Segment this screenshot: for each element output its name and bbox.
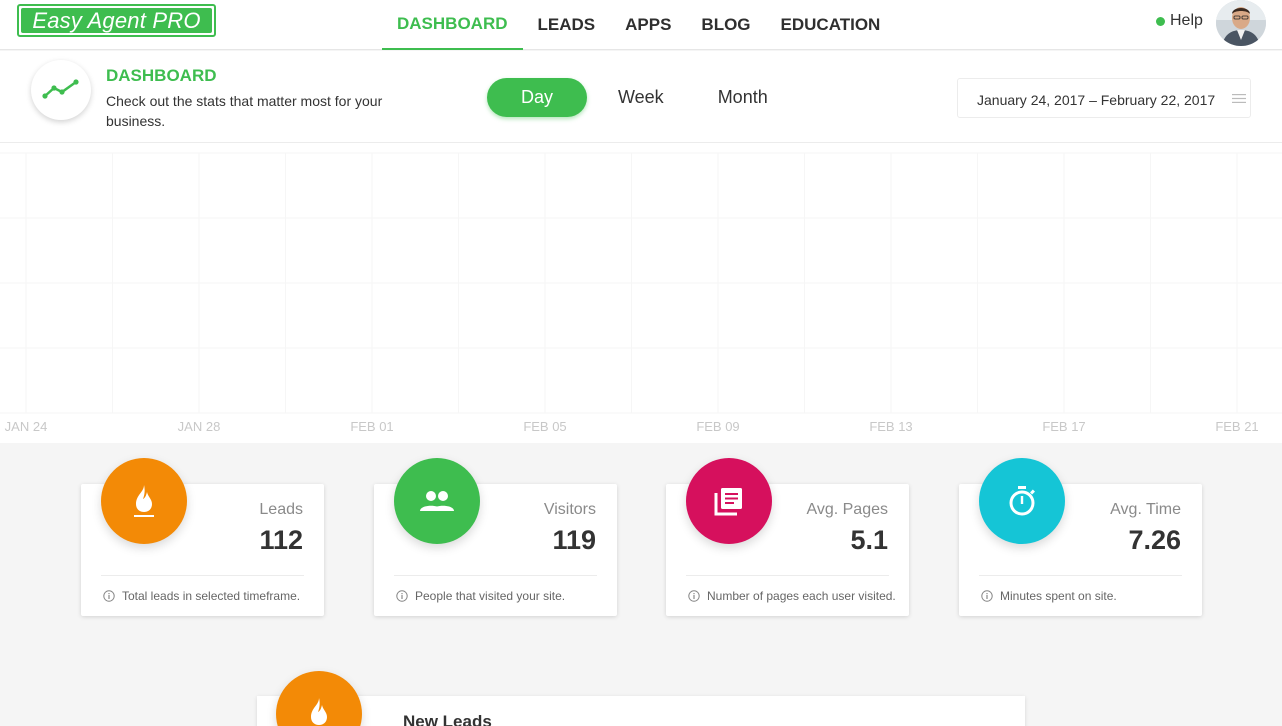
online-status-dot-icon xyxy=(1156,16,1165,26)
user-avatar[interactable] xyxy=(1216,0,1266,46)
info-icon xyxy=(396,590,408,602)
info-icon xyxy=(103,590,115,602)
date-range-text: January 24, 2017 – February 22, 2017 xyxy=(977,92,1216,108)
fire-icon xyxy=(101,458,187,544)
new-leads-panel: New Leads xyxy=(257,696,1025,726)
fire-icon xyxy=(276,671,362,726)
range-tabs: Day Week Month xyxy=(487,78,768,117)
stats-chart: JAN 24 JAN 28 FEB 01 FEB 05 FEB 09 FEB 13 FEB … xyxy=(0,143,1282,443)
new-leads-title: New Leads xyxy=(403,712,492,726)
range-tab-month[interactable]: Month xyxy=(718,78,768,117)
card-divider xyxy=(101,575,304,576)
nav-apps[interactable]: APPS xyxy=(610,0,686,50)
main-nav: DASHBOARD LEADS APPS BLOG EDUCATION xyxy=(382,0,895,50)
easy-agent-pro-logo[interactable]: Easy Agent PRO xyxy=(17,4,216,37)
x-tick-label: JAN 28 xyxy=(178,419,221,434)
card-footnote: Minutes spent on site. xyxy=(981,589,1117,603)
card-divider xyxy=(686,575,889,576)
card-label: Avg. Time xyxy=(1110,501,1181,518)
x-tick-label: FEB 17 xyxy=(1042,419,1085,434)
page-title: DASHBOARD xyxy=(106,66,217,85)
x-tick-label: FEB 13 xyxy=(869,419,912,434)
card-footnote-text: Minutes spent on site. xyxy=(1000,589,1117,603)
avg-time-card[interactable]: Avg. Time 7.26 Minutes spent on site. xyxy=(959,458,1202,616)
card-value: 7.26 xyxy=(1128,525,1181,555)
x-tick-label: FEB 05 xyxy=(523,419,566,434)
card-value: 112 xyxy=(259,525,303,555)
x-tick-label: JAN 24 xyxy=(5,419,48,434)
card-footnote-text: Total leads in selected timeframe. xyxy=(122,589,301,603)
help-link[interactable]: Help xyxy=(1156,12,1203,30)
visitors-card[interactable]: Visitors 119 People that visited your si… xyxy=(374,458,617,616)
card-value: 119 xyxy=(552,525,596,555)
page-subtitle: Check out the stats that matter most for… xyxy=(106,93,383,129)
hamburger-menu-icon[interactable] xyxy=(1232,94,1246,103)
pages-icon xyxy=(686,458,772,544)
card-label: Leads xyxy=(259,501,303,518)
people-icon xyxy=(394,458,480,544)
card-footnote: Total leads in selected timeframe. xyxy=(103,589,300,603)
avg-pages-card[interactable]: Avg. Pages 5.1 Number of pages each user… xyxy=(666,458,909,616)
card-label: Avg. Pages xyxy=(806,501,888,518)
top-navbar: Easy Agent PRO DASHBOARD LEADS APPS BLOG… xyxy=(0,0,1282,50)
logo-text: Easy Agent PRO xyxy=(21,8,212,33)
nav-education[interactable]: EDUCATION xyxy=(766,0,896,50)
card-footnote-text: Number of pages each user visited. xyxy=(707,589,896,603)
card-footnote: People that visited your site. xyxy=(396,589,565,603)
card-footnote: Number of pages each user visited. xyxy=(688,589,896,603)
range-tab-day[interactable]: Day xyxy=(487,78,587,117)
dashboard-header: DASHBOARD Check out the stats that matte… xyxy=(0,51,1282,143)
card-footnote-text: People that visited your site. xyxy=(415,589,566,603)
nav-blog[interactable]: BLOG xyxy=(686,0,765,50)
card-divider xyxy=(394,575,597,576)
stopwatch-icon xyxy=(979,458,1065,544)
nav-dashboard[interactable]: DASHBOARD xyxy=(382,0,523,50)
card-divider xyxy=(979,575,1182,576)
info-icon xyxy=(688,590,700,602)
stats-chart-svg: JAN 24 JAN 28 FEB 01 FEB 05 FEB 09 FEB 13 FEB … xyxy=(0,152,1282,434)
range-tab-week[interactable]: Week xyxy=(618,78,664,117)
card-value: 5.1 xyxy=(850,525,888,555)
trend-line-icon xyxy=(31,60,91,120)
nav-leads[interactable]: LEADS xyxy=(523,0,611,50)
leads-card[interactable]: Leads 112 Total leads in selected timefr… xyxy=(81,458,324,616)
x-tick-label: FEB 01 xyxy=(350,419,393,434)
help-label: Help xyxy=(1170,12,1203,29)
date-range-picker[interactable]: January 24, 2017 – February 22, 2017 xyxy=(957,78,1251,118)
info-icon xyxy=(981,590,993,602)
card-label: Visitors xyxy=(543,501,596,518)
x-tick-label: FEB 21 xyxy=(1215,419,1258,434)
avatar-portrait-icon xyxy=(1216,0,1266,46)
x-tick-label: FEB 09 xyxy=(696,419,739,434)
